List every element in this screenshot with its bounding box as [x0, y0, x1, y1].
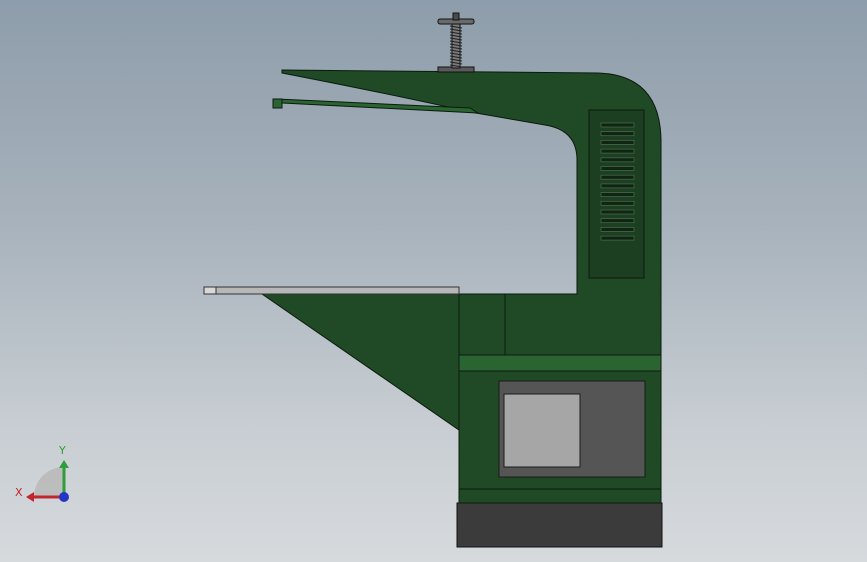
- blade-holder: [272, 98, 283, 109]
- vent-slot: [600, 166, 635, 171]
- work-table[interactable]: [203, 286, 460, 295]
- vent-slot: [600, 174, 635, 180]
- vent-slot: [600, 200, 635, 206]
- vent-slot: [600, 148, 635, 154]
- machine-base[interactable]: [456, 502, 663, 548]
- vent-slot: [600, 192, 635, 197]
- vent-slot: [600, 122, 635, 128]
- table-brace: [260, 293, 460, 431]
- vent-slot: [600, 235, 635, 241]
- vent-slot: [600, 227, 635, 232]
- tension-screw[interactable]: [449, 23, 463, 69]
- column-neck: [458, 293, 506, 356]
- vent-slot: [600, 218, 635, 224]
- y-axis-label: Y: [58, 444, 66, 457]
- vent-slot: [600, 140, 635, 145]
- scroll-saw-model[interactable]: [0, 0, 867, 562]
- graphics-viewport[interactable]: Y X: [0, 0, 867, 562]
- vent-slot: [600, 131, 635, 137]
- x-axis-head: [26, 492, 34, 502]
- y-axis-head: [59, 460, 69, 468]
- access-panel-window: [503, 393, 581, 468]
- work-table-edge: [203, 286, 217, 295]
- x-axis-label: X: [15, 486, 23, 499]
- vent-slot: [600, 157, 635, 163]
- cabinet-band-top: [458, 354, 662, 372]
- triad-arc: [34, 467, 64, 497]
- z-axis-dot: [59, 492, 69, 502]
- vent-slot: [600, 209, 635, 215]
- orientation-triad[interactable]: Y X: [10, 440, 80, 510]
- tension-knob-cap: [452, 12, 460, 21]
- vent-slot: [600, 183, 635, 189]
